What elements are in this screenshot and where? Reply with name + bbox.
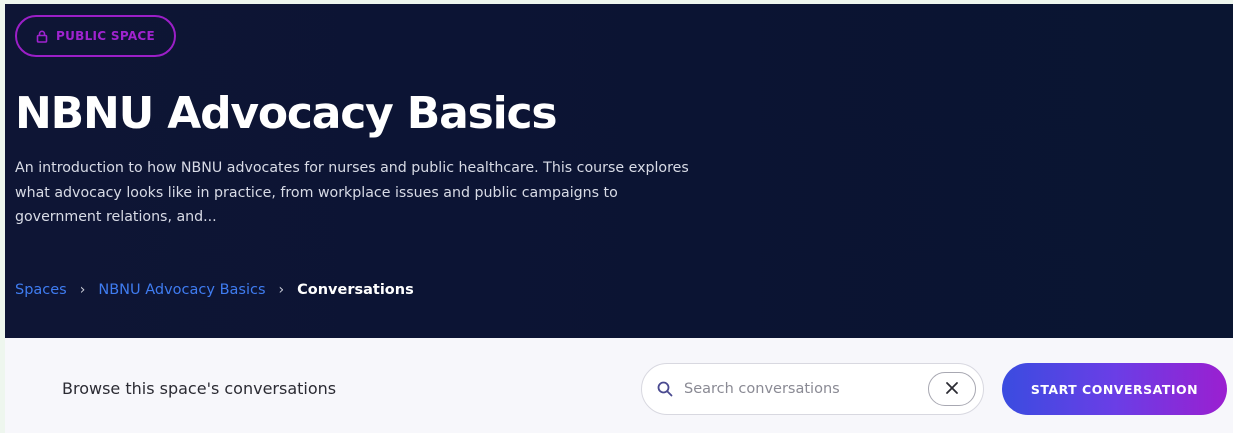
close-icon (945, 381, 959, 398)
search-box (641, 363, 984, 415)
page: PUBLIC SPACE NBNU Advocacy Basics An int… (5, 4, 1233, 433)
start-conversation-button[interactable]: START CONVERSATION (1002, 363, 1227, 415)
breadcrumb-current: Conversations (297, 282, 414, 298)
page-title: NBNU Advocacy Basics (15, 88, 558, 139)
lock-icon (36, 30, 48, 43)
breadcrumb: Spaces › NBNU Advocacy Basics › Conversa… (15, 282, 414, 298)
space-header: PUBLIC SPACE NBNU Advocacy Basics An int… (5, 4, 1233, 338)
public-space-badge: PUBLIC SPACE (15, 15, 176, 57)
search-icon (656, 380, 674, 398)
breadcrumb-separator-icon: › (278, 282, 285, 298)
breadcrumb-spaces-link[interactable]: Spaces (15, 282, 67, 298)
breadcrumb-separator-icon: › (79, 282, 86, 298)
search-input[interactable] (684, 376, 914, 402)
badge-label: PUBLIC SPACE (56, 29, 156, 43)
browse-label: Browse this space's conversations (62, 379, 337, 398)
clear-search-button[interactable] (928, 372, 976, 406)
breadcrumb-space-link[interactable]: NBNU Advocacy Basics (98, 282, 265, 298)
space-description: An introduction to how NBNU advocates fo… (15, 160, 689, 225)
